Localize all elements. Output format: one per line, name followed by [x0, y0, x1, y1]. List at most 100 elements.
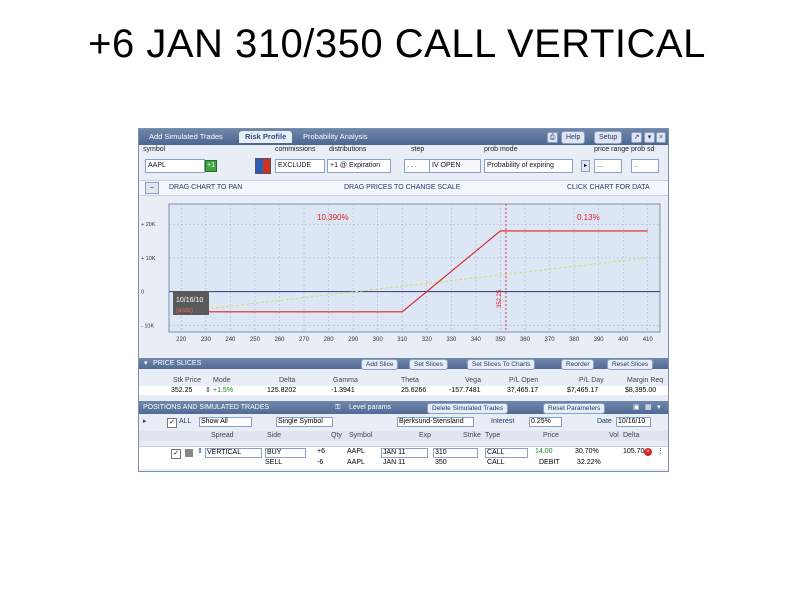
label-step: step	[411, 146, 425, 153]
control-labels: symbol commissions distributions step pr…	[139, 146, 668, 155]
plot-area[interactable]	[168, 203, 661, 333]
slice-stepper-icon[interactable]: ⇕	[205, 386, 211, 395]
row1-type[interactable]: CALL	[485, 448, 528, 458]
reset-slices-button[interactable]: Reset Slices	[607, 359, 654, 370]
risk-profile-chart[interactable]: + 20K + 10K 0 - 10K 220 230 240 250 260 270 280 29…	[139, 196, 668, 356]
col-spread: Spread	[211, 432, 234, 439]
print-icon[interactable]: ⎙	[547, 132, 558, 143]
label-prob-mode: prob mode	[484, 146, 518, 153]
price-slice-row[interactable]: 352.25 ⇕ +1.5% 125.8202 -1.3941 25.6266 …	[139, 386, 668, 395]
col-margin-req: Margin Req	[627, 377, 664, 384]
delete-row-icon[interactable]: ×	[644, 448, 652, 456]
row1-qty[interactable]: +6	[317, 447, 325, 457]
collapse-icon[interactable]: ▾	[144, 358, 148, 369]
positions-title: POSITIONS AND SIMULATED TRADES	[143, 404, 270, 411]
x-tick-label: 310	[397, 337, 408, 343]
x-tick-label: 270	[299, 337, 310, 343]
row1-side[interactable]: BUY	[265, 448, 306, 458]
date-input[interactable]: 10/16/10	[616, 417, 651, 427]
date-box-sub: (ends)	[176, 308, 193, 314]
col-pl-open: P/L Open	[509, 377, 539, 384]
price-marker-label: 352.25	[497, 289, 503, 308]
model-select[interactable]: Bjerksund-Stensland	[397, 417, 474, 427]
tab-risk-profile[interactable]: Risk Profile	[239, 131, 293, 143]
slice-stk-price[interactable]: 352.25	[171, 386, 192, 395]
lock2-icon[interactable]: ▣	[633, 401, 640, 414]
col-pl-day: P/L Day	[579, 377, 604, 384]
reset-parameters-button[interactable]: Reset Parameters	[543, 403, 606, 414]
positions-filter-row: ▸ ✓ ALL Show All Single Symbol Bjerksund…	[139, 417, 668, 428]
lock-icon[interactable]: ⚿	[335, 401, 340, 414]
interest-input[interactable]: 0.25%	[529, 417, 562, 427]
color-grid-icon[interactable]	[255, 158, 271, 174]
menu2-icon[interactable]: ▾	[657, 401, 661, 414]
set-slices-to-charts-button[interactable]: Set Slices To Charts	[467, 359, 536, 370]
tab-probability-analysis[interactable]: Probability Analysis	[297, 131, 374, 143]
label-price-range: price range	[594, 146, 630, 153]
help-button[interactable]: Help	[561, 131, 586, 144]
slice-mode: +1.5%	[213, 387, 234, 394]
col-price: Price	[543, 432, 559, 439]
row2-symbol: AAPL	[347, 459, 365, 466]
add-slice-button[interactable]: Add Slice	[361, 359, 399, 370]
positions-header: POSITIONS AND SIMULATED TRADES ⚿ Level p…	[139, 401, 668, 414]
setup-button[interactable]: Setup	[594, 131, 623, 144]
slice-delta: 125.8202	[267, 387, 297, 394]
row-menu-icon[interactable]: ⋮	[657, 447, 664, 457]
date-box-label: 10/16/10	[176, 297, 203, 304]
slice-pl-day: $7,465.17	[567, 387, 599, 394]
x-tick-label: 280	[324, 337, 335, 343]
chart-toggle-icon[interactable]: ▦	[645, 401, 652, 414]
row1-strike[interactable]: 310	[433, 448, 478, 458]
commissions-select[interactable]: EXCLUDE	[275, 159, 325, 173]
x-tick-label: 400	[618, 337, 629, 343]
col-type: Type	[485, 432, 501, 439]
symbol-input[interactable]: AAPL	[145, 159, 205, 173]
reorder-button[interactable]: Reorder	[561, 359, 595, 370]
position-checkbox[interactable]: ✓	[171, 449, 181, 459]
row1-spread[interactable]: VERTICAL	[205, 448, 262, 458]
range-arrow-icon[interactable]: ▸	[581, 160, 590, 172]
price-slices-columns: Stk Price Mode Delta Gamma Theta Vega P/…	[139, 376, 668, 385]
position-color-swatch	[185, 449, 193, 457]
slice-vega: -157.7481	[449, 387, 481, 394]
col-vol: Vol	[609, 432, 619, 439]
menu-icon[interactable]: ▾	[644, 132, 655, 143]
level-params-toggle[interactable]: Level params	[349, 401, 391, 414]
row1-vol: 30.70%	[575, 448, 599, 455]
prob-sd-input[interactable]: ..	[631, 159, 659, 173]
x-tick-label: 330	[446, 337, 457, 343]
expand-icon[interactable]: ▸	[143, 417, 147, 427]
row1-price: 14.00	[535, 448, 553, 455]
close-icon[interactable]: ×	[656, 132, 666, 143]
prob-mode-select[interactable]: Probability of expiring	[484, 159, 573, 173]
col-qty: Qty	[331, 432, 342, 439]
x-tick-label: 250	[250, 337, 261, 343]
detach-icon[interactable]: ↗	[631, 132, 642, 143]
set-slices-button[interactable]: Set Slices	[409, 359, 448, 370]
y-tick-label: + 20K	[141, 222, 156, 228]
price-range-input[interactable]: ...	[594, 159, 622, 173]
distributions-select[interactable]: +1 @ Expiration	[327, 159, 391, 173]
position-stepper-icon[interactable]: ⇕	[197, 447, 203, 457]
hint-click-data: CLICK CHART FOR DATA	[567, 184, 650, 191]
position-row-vertical[interactable]: ✓ ⇕ VERTICAL BUY +6 AAPL JAN 11 310 CALL…	[139, 446, 668, 469]
group-select[interactable]: Single Symbol	[276, 417, 333, 427]
delete-simulated-trades-button[interactable]: Delete Simulated Trades	[427, 403, 509, 414]
iv-open-select[interactable]: IV OPEN	[429, 159, 481, 173]
x-tick-label: 300	[373, 337, 384, 343]
zoom-icon[interactable]: ⇔	[145, 182, 159, 194]
slice-theta: 25.6266	[401, 387, 427, 394]
select-all-checkbox[interactable]: ✓	[167, 418, 177, 428]
row1-exp[interactable]: JAN 11	[381, 448, 428, 458]
slice-gamma: -1.3941	[331, 387, 355, 394]
col-exp: Exp	[419, 432, 432, 439]
chart-hint-bar: ⇔ DRAG CHART TO PAN DRAG PRICES TO CHANG…	[139, 180, 668, 196]
row2-price: DEBIT	[539, 459, 560, 466]
x-tick-label: 380	[569, 337, 580, 343]
step-select[interactable]: . . .	[404, 159, 430, 173]
show-all-select[interactable]: Show All	[199, 417, 252, 427]
col-vega: Vega	[465, 377, 481, 384]
x-tick-label: 390	[594, 337, 605, 343]
tab-add-simulated-trades[interactable]: Add Simulated Trades	[143, 131, 229, 143]
